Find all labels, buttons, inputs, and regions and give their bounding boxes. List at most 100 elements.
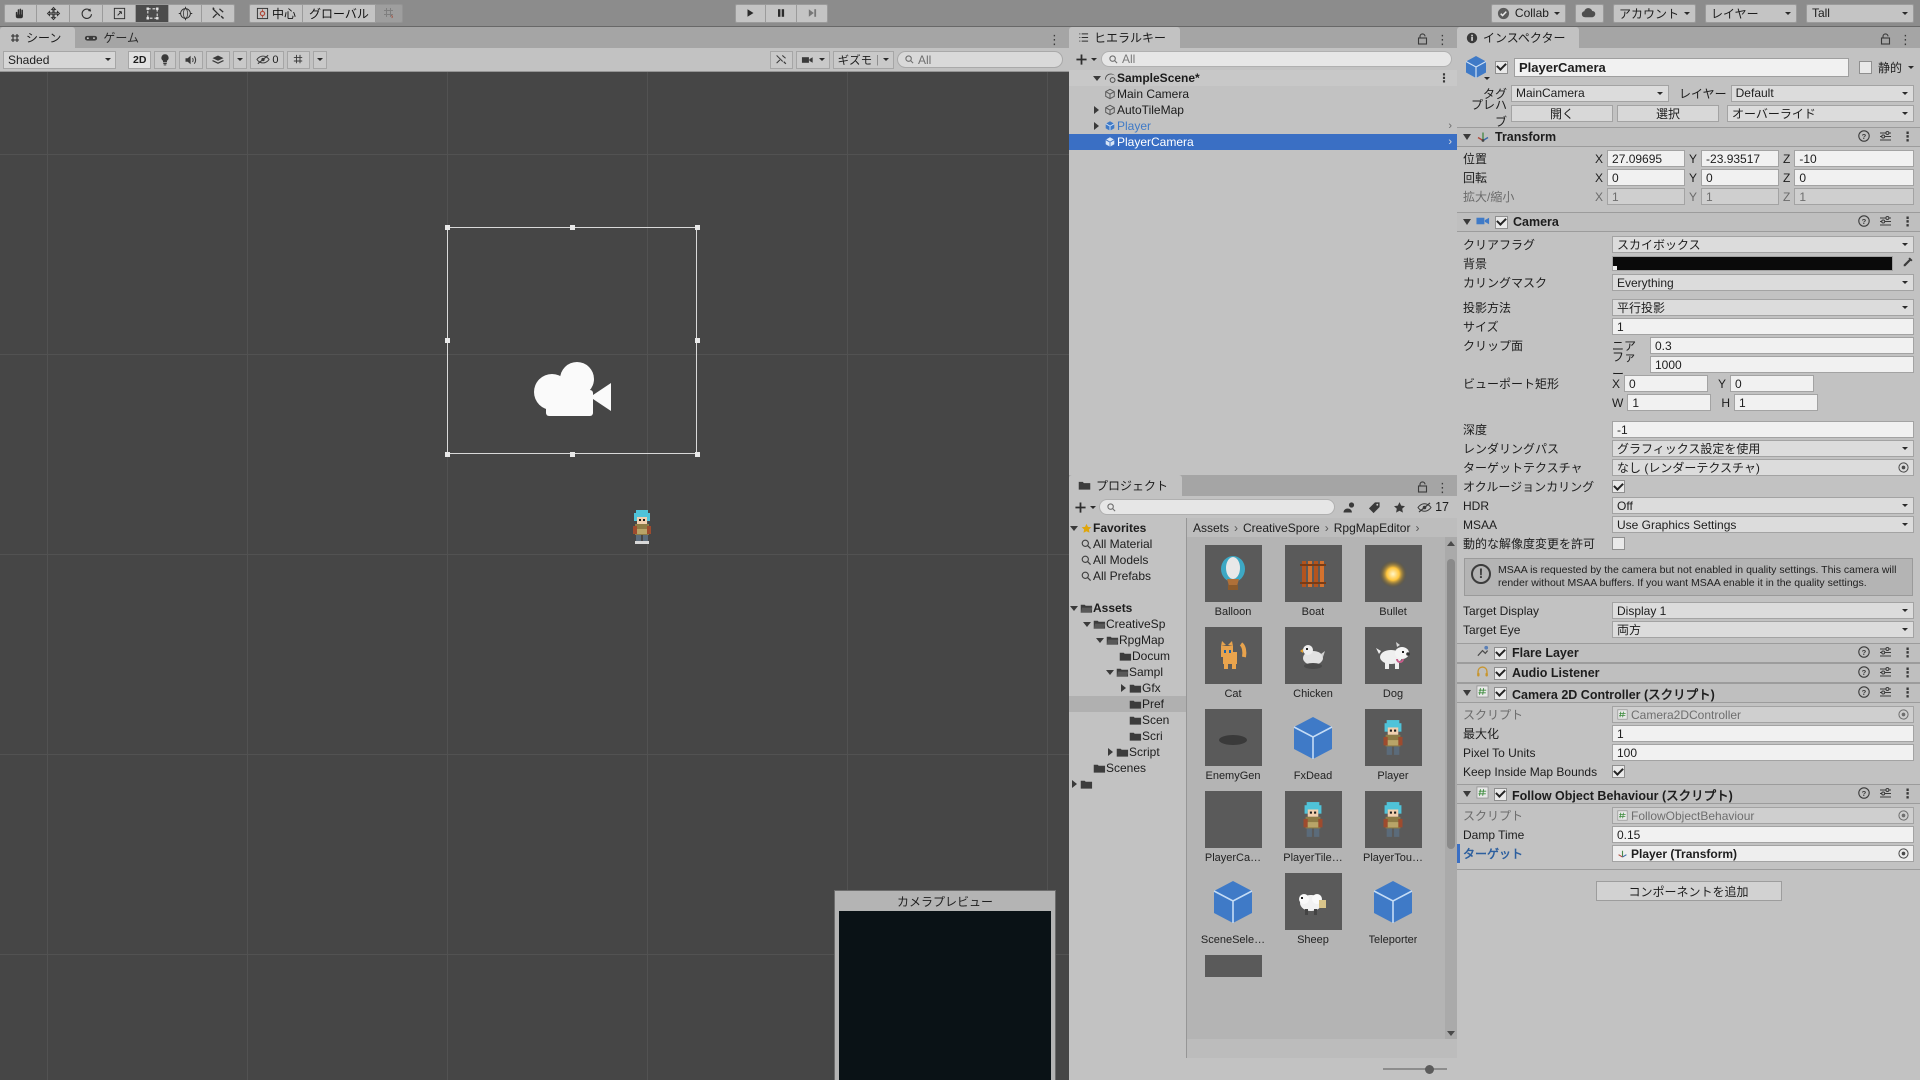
rect-tool-button[interactable] xyxy=(136,3,169,23)
asset-item[interactable]: Sheep xyxy=(1273,873,1353,946)
prefab-enter-chevron-icon[interactable]: › xyxy=(1448,136,1457,148)
help-icon[interactable]: ? xyxy=(1858,129,1870,145)
scene-camera-settings-button[interactable] xyxy=(795,50,830,69)
step-button[interactable] xyxy=(796,3,828,23)
object-picker-icon[interactable] xyxy=(1898,462,1909,476)
tab-game[interactable]: ゲーム xyxy=(75,27,153,48)
hierarchy-lock-icon[interactable] xyxy=(1417,32,1428,48)
asset-grid[interactable]: Balloon Boat Bullet Cat Chicken Dog Enem… xyxy=(1187,537,1445,1039)
expand-triangle-icon[interactable] xyxy=(1091,106,1102,114)
component-header-audio-listener[interactable]: Audio Listener ? ⋮ xyxy=(1457,663,1920,684)
component-header-camera[interactable]: Camera ? ⋮ xyxy=(1457,212,1920,232)
object-name-input[interactable]: PlayerCamera xyxy=(1514,57,1849,77)
scroll-down-arrow-icon[interactable] xyxy=(1446,1028,1456,1038)
prefab-select-button[interactable]: 選択 xyxy=(1617,104,1719,122)
hierarchy-row-playercamera[interactable]: PlayerCamera › xyxy=(1069,134,1457,150)
asset-item[interactable]: Teleporter xyxy=(1353,873,1433,946)
tree-row-all-materials[interactable]: All Material xyxy=(1069,536,1186,552)
tree-row-samples[interactable]: Sampl xyxy=(1069,664,1186,680)
filter-by-type-icon[interactable] xyxy=(1338,498,1360,516)
component-menu-icon[interactable]: ⋮ xyxy=(1901,214,1914,230)
camera2d-script-field[interactable]: Camera2DController xyxy=(1612,706,1914,724)
move-tool-button[interactable] xyxy=(37,3,70,23)
play-button[interactable] xyxy=(734,3,766,23)
slider-knob[interactable] xyxy=(1425,1065,1434,1074)
object-picker-icon[interactable] xyxy=(1898,848,1909,862)
viewport-w-input[interactable]: 1 xyxy=(1627,394,1712,411)
damp-input[interactable]: 0.15 xyxy=(1612,826,1914,844)
prefab-open-button[interactable]: 開く xyxy=(1511,104,1613,122)
tree-row-packages[interactable] xyxy=(1069,776,1186,792)
hierarchy-add-button[interactable] xyxy=(1074,52,1097,67)
tab-project[interactable]: プロジェクト xyxy=(1069,475,1183,496)
project-search-input[interactable] xyxy=(1099,499,1336,515)
size-input[interactable]: 1 xyxy=(1612,318,1914,335)
scene-search-input[interactable]: All xyxy=(897,51,1063,68)
ptu-input[interactable]: 100 xyxy=(1612,744,1914,762)
project-folder-tree[interactable]: Favorites All Material All Models All Pr… xyxy=(1069,518,1186,1058)
space-toggle-button[interactable]: グローバル xyxy=(303,3,376,23)
scale-x-input[interactable]: 1 xyxy=(1607,188,1686,205)
position-x-input[interactable]: 27.09695 xyxy=(1607,150,1686,167)
viewport-x-input[interactable]: 0 xyxy=(1624,375,1709,392)
camera-enabled-checkbox[interactable] xyxy=(1495,215,1508,229)
expand-triangle-icon[interactable] xyxy=(1082,621,1092,627)
help-icon[interactable]: ? xyxy=(1858,666,1870,681)
asset-item[interactable]: Boat xyxy=(1273,545,1353,618)
projection-dropdown[interactable]: 平行投影 xyxy=(1612,299,1914,316)
hierarchy-row-autotilemap[interactable]: AutoTileMap xyxy=(1069,102,1457,118)
presets-icon[interactable] xyxy=(1879,787,1892,802)
near-input[interactable]: 0.3 xyxy=(1650,337,1914,354)
collapse-triangle-icon[interactable] xyxy=(1463,134,1471,140)
object-active-checkbox[interactable] xyxy=(1495,60,1508,74)
hierarchy-menu-icon[interactable]: ⋮ xyxy=(1436,32,1449,48)
tree-row-assets[interactable]: Assets xyxy=(1069,600,1186,616)
collapse-triangle-icon[interactable] xyxy=(1463,791,1471,798)
tab-inspector[interactable]: インスペクター xyxy=(1457,27,1580,48)
background-color-swatch[interactable] xyxy=(1612,256,1893,271)
scrollbar-thumb[interactable] xyxy=(1447,559,1455,849)
asset-item[interactable]: PlayerTou… xyxy=(1353,791,1433,864)
breadcrumb-item[interactable]: RpgMapEditor xyxy=(1334,521,1411,535)
depth-input[interactable]: -1 xyxy=(1612,421,1914,438)
msaa-dropdown[interactable]: Use Graphics Settings xyxy=(1612,516,1914,533)
help-icon[interactable]: ? xyxy=(1858,787,1870,802)
presets-icon[interactable] xyxy=(1879,686,1892,701)
static-dropdown-caret-icon[interactable] xyxy=(1908,65,1914,69)
account-button[interactable]: アカウント xyxy=(1612,3,1696,23)
selection-handle[interactable] xyxy=(694,338,700,343)
collab-button[interactable]: Collab xyxy=(1490,3,1566,23)
presets-icon[interactable] xyxy=(1879,215,1892,230)
scene-context-menu-icon[interactable]: ⋮ xyxy=(1438,71,1457,85)
selection-handle[interactable] xyxy=(444,224,450,230)
scene-lighting-button[interactable] xyxy=(154,50,177,69)
tree-row-all-models[interactable]: All Models xyxy=(1069,552,1186,568)
hierarchy-row-player[interactable]: Player › xyxy=(1069,118,1457,134)
component-menu-icon[interactable]: ⋮ xyxy=(1901,786,1914,802)
target-display-dropdown[interactable]: Display 1 xyxy=(1612,602,1914,620)
asset-item[interactable]: PlayerTile… xyxy=(1273,791,1353,864)
presets-icon[interactable] xyxy=(1879,646,1892,661)
far-input[interactable]: 1000 xyxy=(1650,356,1914,373)
pivot-toggle-button[interactable]: 中心 xyxy=(249,3,304,23)
hand-tool-button[interactable] xyxy=(4,3,37,23)
rotate-tool-button[interactable] xyxy=(70,3,103,23)
asset-item[interactable]: Dog xyxy=(1353,627,1433,700)
scene-audio-button[interactable] xyxy=(179,50,204,69)
expand-triangle-icon[interactable] xyxy=(1105,669,1115,675)
tree-row-scripts-sub[interactable]: Scri xyxy=(1069,728,1186,744)
project-lock-icon[interactable] xyxy=(1417,480,1428,496)
inspector-menu-icon[interactable]: ⋮ xyxy=(1899,32,1912,48)
shading-mode-dropdown[interactable]: Shaded xyxy=(3,50,116,69)
clear-flags-dropdown[interactable]: スカイボックス xyxy=(1612,236,1914,253)
pause-button[interactable] xyxy=(765,3,797,23)
cloud-button[interactable] xyxy=(1574,3,1604,23)
component-header-transform[interactable]: Transform ? ⋮ xyxy=(1457,127,1920,147)
occlusion-checkbox[interactable] xyxy=(1612,480,1625,493)
expand-triangle-icon[interactable] xyxy=(1095,637,1105,643)
tree-row-gfx[interactable]: Gfx xyxy=(1069,680,1186,696)
expand-triangle-icon[interactable] xyxy=(1069,525,1079,531)
follow-script-field[interactable]: FollowObjectBehaviour xyxy=(1612,807,1914,825)
component-header-flare-layer[interactable]: Flare Layer ? ⋮ xyxy=(1457,643,1920,664)
tree-row-prefabs[interactable]: Pref xyxy=(1069,696,1186,712)
